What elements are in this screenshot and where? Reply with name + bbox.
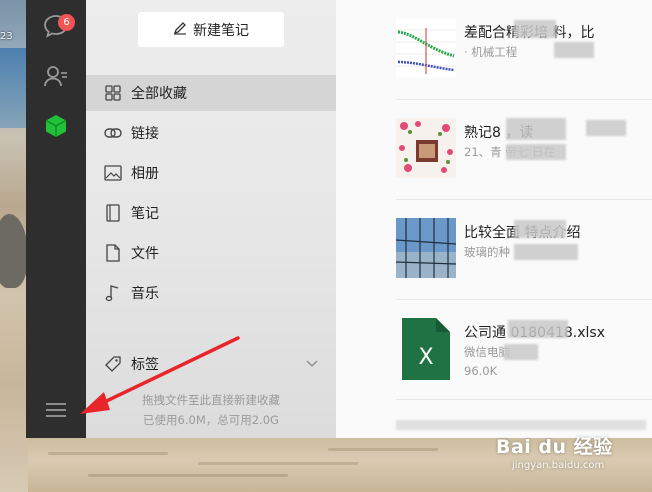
link-icon	[104, 124, 122, 142]
category-links[interactable]: 链接	[86, 115, 336, 151]
list-item[interactable]: 比较全面 特点介绍 玻璃的种	[396, 200, 652, 300]
list-item[interactable]: 差配合精彩培 料，比 · 机械工程	[396, 0, 652, 100]
list-item[interactable]: 熟记8 ，读 21、青 帝七 日在	[396, 100, 652, 200]
redaction	[506, 144, 566, 160]
category-notes-label: 笔记	[131, 206, 159, 222]
list-item[interactable]: X 公司通 0180418.xlsx 微信电脑 96.0K	[396, 300, 652, 400]
contacts-icon	[43, 64, 69, 92]
redaction	[586, 120, 626, 136]
desktop-clock: 23	[0, 31, 13, 42]
category-files-label: 文件	[131, 246, 159, 262]
category-music-label: 音乐	[131, 286, 159, 302]
redaction	[504, 344, 538, 360]
redaction	[506, 118, 566, 140]
watermark-brand: Bai du 经验	[496, 436, 613, 458]
category-music[interactable]: 音乐	[86, 275, 336, 311]
building-thumbnail	[396, 218, 456, 278]
chart-thumbnail	[396, 18, 456, 78]
menu-icon	[45, 401, 67, 423]
favorites-cube-icon	[43, 113, 69, 143]
redaction	[514, 20, 556, 38]
category-all-label: 全部收藏	[131, 86, 187, 102]
file-icon	[104, 244, 122, 262]
annotation-arrow	[80, 336, 240, 414]
menu-button[interactable]	[40, 396, 72, 428]
category-all[interactable]: 全部收藏	[86, 75, 336, 111]
redaction	[508, 320, 568, 338]
redaction	[396, 420, 646, 430]
redaction	[514, 244, 578, 260]
redaction	[554, 42, 594, 58]
file-size: 96.0K	[464, 364, 498, 378]
redaction	[514, 220, 566, 238]
category-photos[interactable]: 相册	[86, 155, 336, 191]
chevron-down-icon	[306, 356, 318, 372]
grid-icon	[104, 84, 122, 102]
watermark-url: jingyan.baidu.com	[512, 460, 605, 471]
music-icon	[104, 284, 122, 302]
excel-file-icon: X	[402, 318, 450, 380]
content-list: 差配合精彩培 料，比 · 机械工程 熟记8 ，读 21、青 帝七 日在	[336, 0, 652, 438]
note-icon	[104, 204, 122, 222]
category-files[interactable]: 文件	[86, 235, 336, 271]
new-note-label: 新建笔记	[193, 22, 249, 39]
unread-badge: 6	[58, 14, 75, 31]
new-note-button[interactable]: 新建笔记	[138, 12, 284, 47]
flower-thumbnail	[396, 118, 456, 178]
pencil-icon	[173, 21, 187, 39]
wallpaper-rock	[0, 214, 28, 288]
image-icon	[104, 164, 122, 182]
favorites-button[interactable]	[40, 112, 72, 144]
item-title: 差配合精彩培 料，比	[464, 25, 595, 41]
wallpaper-sea	[0, 48, 28, 128]
category-notes[interactable]: 笔记	[86, 195, 336, 231]
contacts-button[interactable]	[40, 62, 72, 94]
svg-text:X: X	[418, 345, 433, 370]
category-photos-label: 相册	[131, 166, 159, 182]
baidu-watermark: Bai du 经验 jingyan.baidu.com	[496, 432, 613, 471]
item-subtitle: 微信电脑	[464, 345, 510, 359]
category-links-label: 链接	[131, 126, 159, 142]
